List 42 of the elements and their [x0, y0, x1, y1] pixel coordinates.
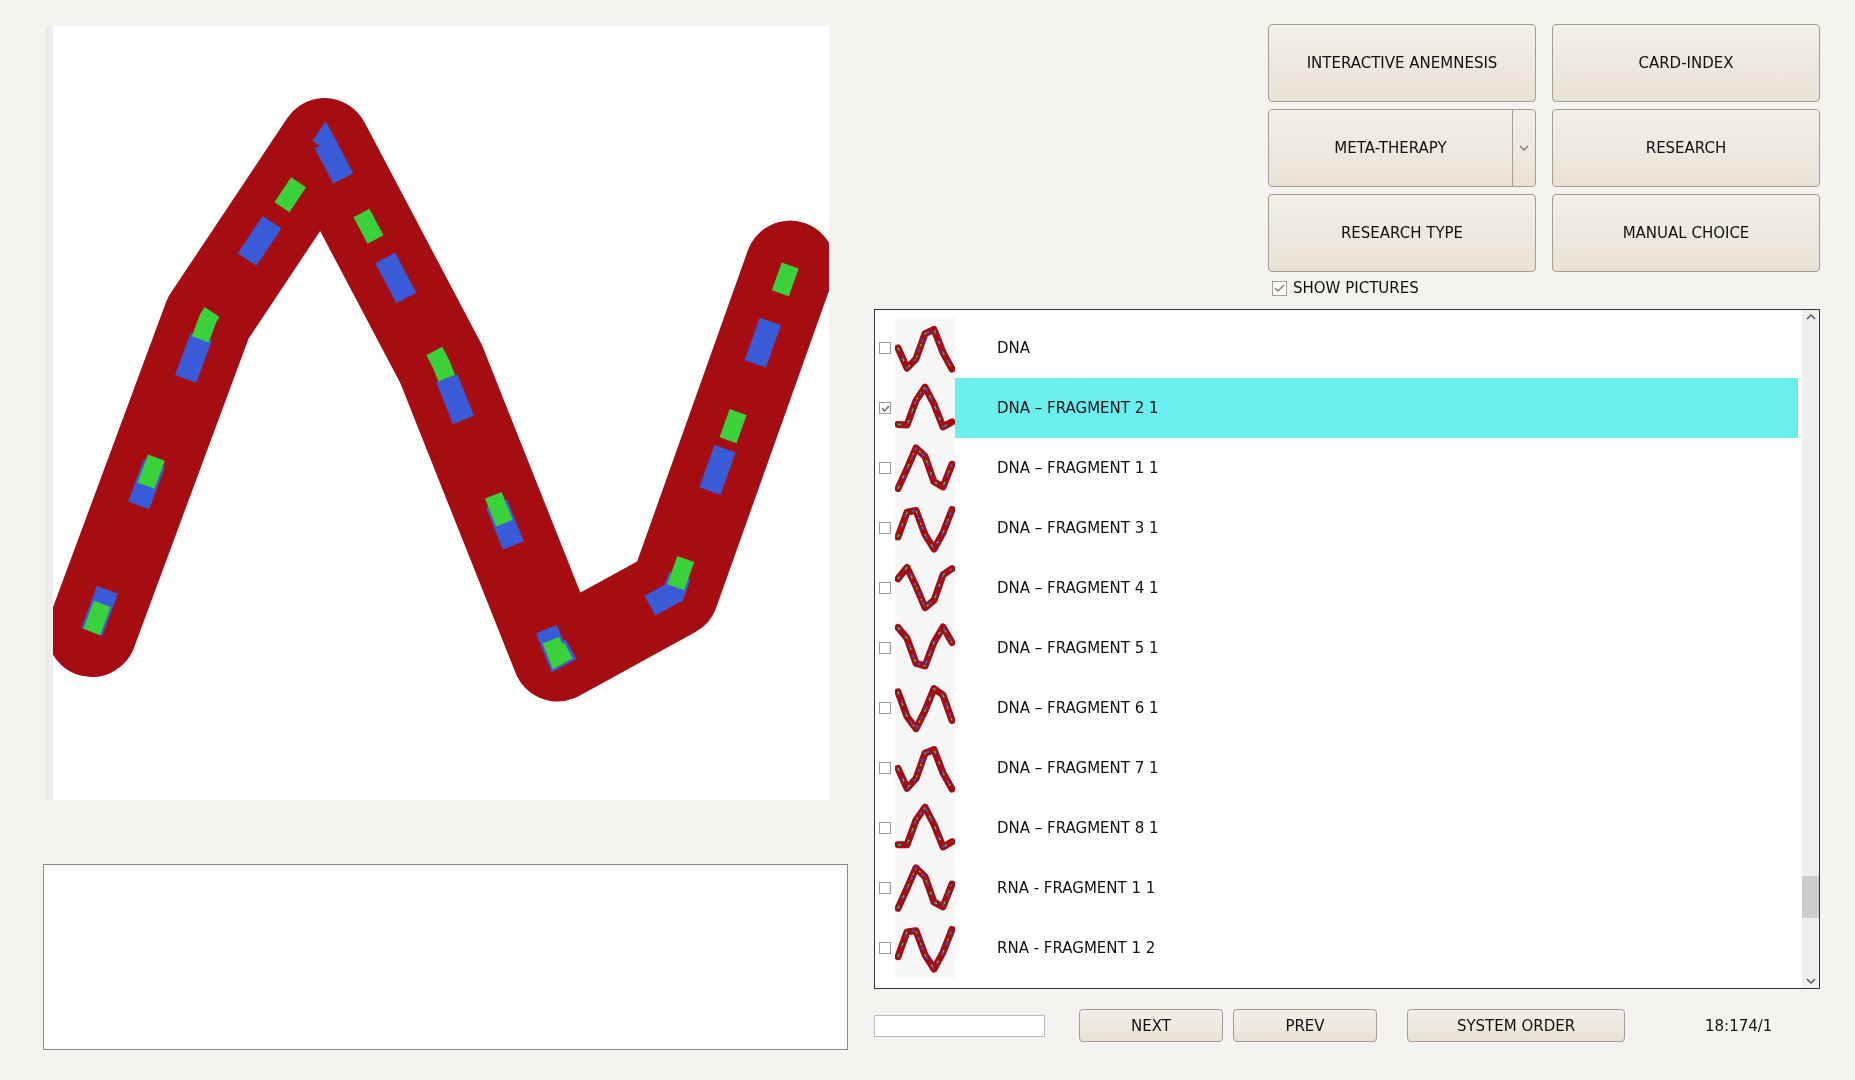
menu-button[interactable]: INTERACTIVE ANEMNESIS	[1268, 24, 1536, 102]
row-checkbox[interactable]	[879, 642, 891, 654]
list-item[interactable]: DNA – FRAGMENT 5 1	[955, 618, 1798, 678]
scrollbar-thumb[interactable]	[1802, 876, 1819, 918]
row-checkbox[interactable]	[879, 942, 891, 954]
record-counter: 18:174/1	[1705, 1016, 1773, 1035]
row-checkbox[interactable]	[879, 462, 891, 474]
row-checkbox[interactable]	[879, 882, 891, 894]
nav-button[interactable]: SYSTEM ORDER	[1407, 1009, 1625, 1042]
split-button[interactable]: META-THERAPY	[1268, 109, 1536, 187]
checkbox[interactable]	[1272, 280, 1287, 296]
list-item[interactable]: DNA – FRAGMENT 3 1	[955, 498, 1798, 558]
menu-button[interactable]: MANUAL CHOICE	[1552, 194, 1820, 272]
row-checkbox[interactable]	[879, 522, 891, 534]
list-item[interactable]: DNA – FRAGMENT 4 1	[955, 558, 1798, 618]
scroll-up-icon[interactable]	[1805, 313, 1816, 320]
list-item[interactable]: DNA – FRAGMENT 2 1	[955, 378, 1798, 438]
list-item[interactable]: DNA – FRAGMENT 8 1	[955, 798, 1798, 858]
nav-button[interactable]: NEXT	[1079, 1009, 1223, 1042]
helix-thumbnail	[895, 318, 955, 378]
chevron-down-icon[interactable]	[1519, 145, 1529, 151]
row-checkbox[interactable]	[879, 762, 891, 774]
helix-thumbnail	[895, 918, 955, 978]
list-item[interactable]: DNA	[955, 318, 1798, 378]
menu-button[interactable]: RESEARCH	[1552, 109, 1820, 187]
row-checkbox[interactable]	[879, 702, 891, 714]
row-checkbox[interactable]	[879, 582, 891, 594]
list-item[interactable]: RNA - FRAGMENT 1 1	[955, 858, 1798, 918]
row-checkbox[interactable]	[879, 402, 891, 414]
scroll-down-icon[interactable]	[1805, 978, 1816, 985]
menu-button[interactable]: CARD-INDEX	[1552, 24, 1820, 102]
checkbox-label: SHOW PICTURES	[1293, 279, 1419, 297]
list-item[interactable]: DNA – FRAGMENT 6 1	[955, 678, 1798, 738]
row-checkbox[interactable]	[879, 822, 891, 834]
row-checkbox[interactable]	[879, 342, 891, 354]
menu-button[interactable]: RESEARCH TYPE	[1268, 194, 1536, 272]
list-item[interactable]: RNA - FRAGMENT 1 2	[955, 918, 1798, 978]
input-field[interactable]	[874, 1014, 1045, 1037]
nav-button[interactable]: PREV	[1233, 1009, 1377, 1042]
list-item[interactable]: DNA – FRAGMENT 7 1	[955, 738, 1798, 798]
scrollbar[interactable]	[1802, 310, 1819, 988]
list-item[interactable]: DNA – FRAGMENT 1 1	[955, 438, 1798, 498]
